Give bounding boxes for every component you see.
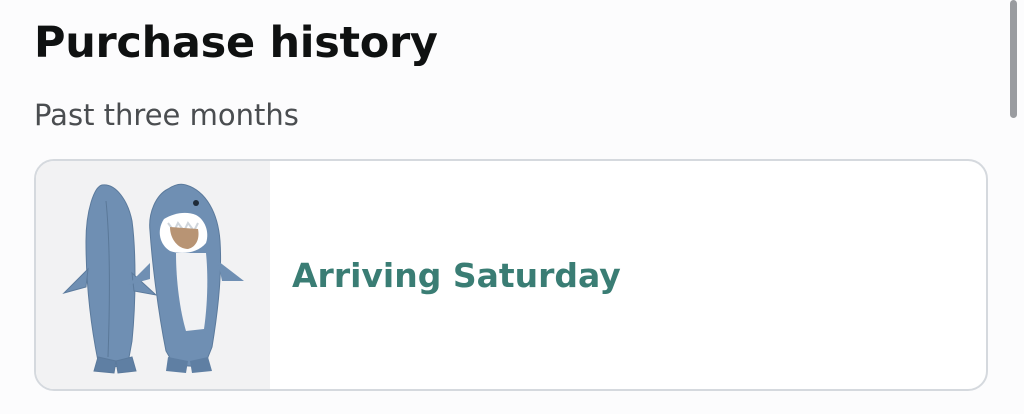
scrollbar[interactable] [1010,0,1017,118]
shark-blanket-icon [62,183,244,374]
product-thumbnail[interactable] [36,161,270,389]
section-subtitle: Past three months [34,98,299,132]
delivery-status: Arriving Saturday [292,255,621,295]
order-card[interactable]: Arriving Saturday [34,159,988,391]
purchase-history-page: Purchase history Past three months Arriv… [0,0,1024,414]
order-status-area: Arriving Saturday [270,161,986,389]
page-title: Purchase history [34,18,438,68]
